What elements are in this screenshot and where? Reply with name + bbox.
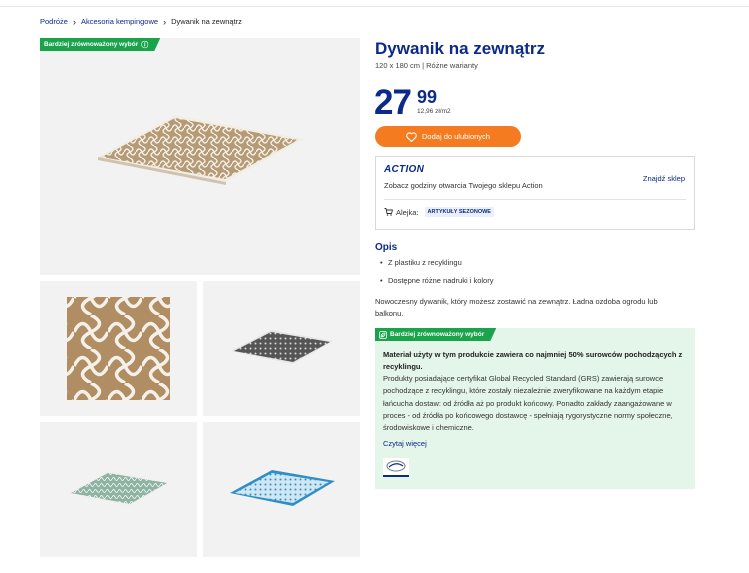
store-divider (384, 199, 686, 200)
product-title: Dywanik na zewnątrz (375, 39, 546, 58)
description-title: Opis (375, 242, 398, 253)
find-store-link[interactable]: Znajdź sklep (643, 174, 685, 183)
breadcrumb-link-travel[interactable]: Podróże (40, 17, 68, 26)
rug-mint-image (68, 471, 170, 506)
sustainable-choice-badge[interactable]: Bardziej zrównoważony wybór ⓘ (40, 38, 160, 51)
chevron-right-icon: › (72, 16, 76, 27)
sustainability-heading: Materiał użyty w tym produkcie zawiera c… (383, 350, 683, 371)
price-integer: 27 (374, 83, 412, 122)
aisle-info: Alejka: ARTYKUŁY SEZONOWE (384, 207, 494, 217)
rug-closeup-image (67, 297, 170, 400)
read-more-link[interactable]: Czytaj więcej (383, 439, 427, 448)
info-icon: ⓘ (141, 41, 149, 49)
heart-icon (406, 131, 417, 142)
cart-icon (384, 208, 393, 216)
sustainability-body: Produkty posiadające certyfikat Global R… (383, 374, 673, 433)
sustainable-choice-label: Bardziej zrównoważony wybór (390, 331, 485, 338)
thumbnail-mint-rug[interactable] (40, 422, 197, 557)
aisle-tag: ARTYKUŁY SEZONOWE (424, 207, 494, 217)
thumbnail-closeup[interactable] (40, 281, 197, 416)
breadcrumb-link-camping-accessories[interactable]: Akcesoria kempingowe (81, 17, 158, 26)
top-header-divider (0, 0, 749, 7)
rug-beige-image (98, 115, 304, 185)
description-text: Nowoczesny dywanik, który możesz zostawi… (375, 297, 658, 318)
grs-certificate-logo (383, 458, 409, 477)
rug-grey-image (231, 330, 333, 364)
action-logo: ACTION (384, 164, 425, 175)
price-decimal: 99 (417, 87, 438, 107)
add-to-favorites-button[interactable]: Dodaj do ulubionych (375, 126, 521, 147)
grs-logo-icon (386, 460, 406, 472)
feature-item: Z plastiku z recyklingu (380, 258, 493, 267)
aisle-label: Alejka: (396, 207, 419, 217)
thumbnail-blue-rug[interactable] (203, 422, 360, 557)
product-main-image[interactable] (40, 38, 360, 275)
add-to-favorites-label: Dodaj do ulubionych (422, 132, 490, 141)
feature-item: Dostępne różne nadruki i kolory (380, 276, 493, 285)
leaf-icon (379, 331, 387, 339)
thumbnail-grey-rug[interactable] (203, 281, 360, 416)
store-opening-hours-text: Zobacz godziny otwarcia Twojego sklepu A… (384, 181, 543, 190)
sustainability-box: Bardziej zrównoważony wybór Materiał uży… (375, 328, 695, 489)
chevron-right-icon: › (163, 16, 167, 27)
sustainable-choice-label: Bardziej zrównoważony wybór (44, 41, 139, 48)
breadcrumb: Podróże › Akcesoria kempingowe › Dywanik… (40, 17, 242, 26)
sustainable-choice-badge: Bardziej zrównoważony wybór (375, 328, 496, 341)
store-info-box: ACTION Zobacz godziny otwarcia Twojego s… (375, 156, 695, 230)
product-subtitle: 120 x 180 cm | Różne warianty (375, 61, 478, 70)
unit-price: 12,96 zł/m2 (417, 108, 451, 115)
feature-list: Z plastiku z recyklingu Dostępne różne n… (380, 258, 493, 294)
breadcrumb-current: Dywanik na zewnątrz (171, 17, 242, 26)
rug-blue-image (230, 470, 335, 506)
